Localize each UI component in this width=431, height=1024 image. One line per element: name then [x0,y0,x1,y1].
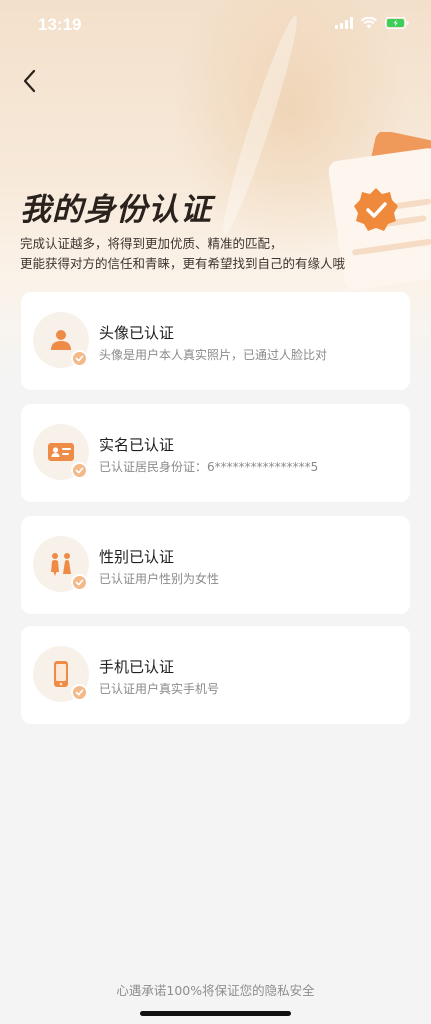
avatar-verification-card[interactable]: 头像已认证 头像是用户本人真实照片，已通过人脸比对 [21,292,410,390]
avatar-icon [51,330,71,350]
wifi-icon [361,17,377,29]
chevron-left-icon [23,69,36,93]
check-icon [71,350,88,367]
gender-verification-card[interactable]: 性别已认证 已认证用户性别为女性 [21,516,410,614]
check-icon [71,574,88,591]
status-bar: 13:19 [0,0,431,48]
gender-icon [51,553,71,576]
card-title: 手机已认证 [99,658,175,676]
status-icons [335,17,409,29]
verification-illustration [318,130,431,302]
card-title: 头像已认证 [99,324,175,342]
battery-icon [385,17,409,29]
card-description: 已认证居民身份证：6****************5 [99,460,319,474]
check-icon [71,462,88,479]
phone-badge [33,646,89,702]
subtitle-line-2: 更能获得对方的信任和青睐，更有希望找到自己的有缘人哦 [20,256,346,271]
phone-icon [54,661,68,687]
check-icon [71,684,88,701]
phone-verification-card[interactable]: 手机已认证 已认证用户真实手机号 [21,626,410,724]
privacy-note: 心遇承诺100%将保证您的隐私安全 [116,983,315,998]
card-description: 已认证用户性别为女性 [99,572,220,586]
card-title: 性别已认证 [99,548,175,566]
page-title: 我的身份认证 [20,192,212,228]
id-card-badge [33,424,89,480]
card-title: 实名已认证 [99,436,175,454]
subtitle-line-1: 完成认证越多，将得到更加优质、精准的匹配， [20,236,283,251]
card-description: 头像是用户本人真实照片，已通过人脸比对 [99,348,328,362]
back-button[interactable] [14,66,44,96]
card-description: 已认证用户真实手机号 [99,682,220,696]
identity-verification-page: 13:19 我的身份认证 完成认证越多，将得到更加优质、精准的匹配， 更能获得对… [0,0,431,1024]
avatar-badge [33,312,89,368]
id-card-icon [48,443,74,461]
real-name-verification-card[interactable]: 实名已认证 已认证居民身份证：6****************5 [21,404,410,502]
signal-icon [335,17,353,29]
gender-badge [33,536,89,592]
home-indicator[interactable] [140,1011,291,1016]
status-time: 13:19 [38,15,82,34]
